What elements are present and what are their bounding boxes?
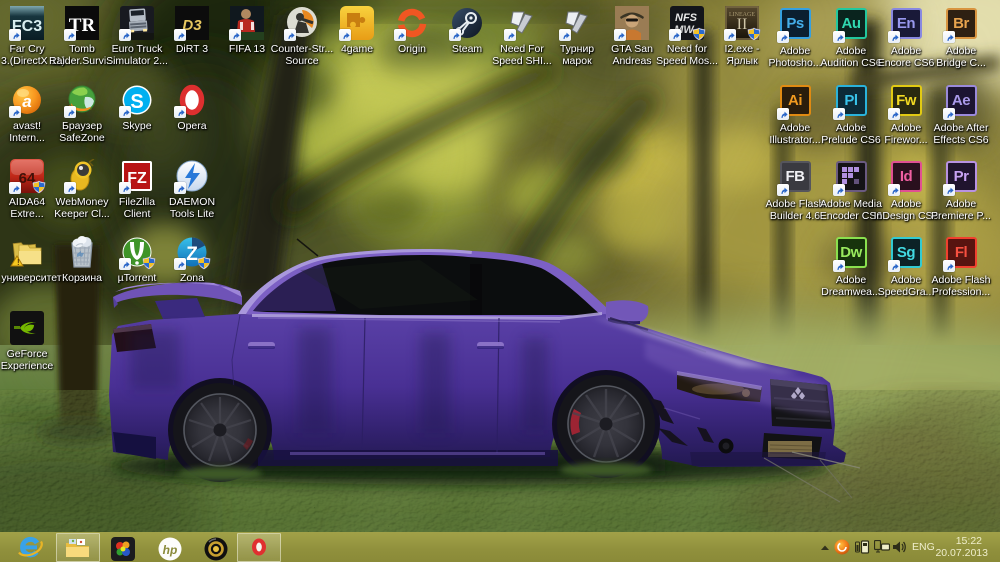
svg-text:LINEAGE: LINEAGE — [729, 12, 755, 18]
svg-text:NFS: NFS — [675, 12, 698, 24]
svg-text:S: S — [130, 91, 143, 113]
svg-text:a: a — [22, 92, 31, 111]
svg-text:!: ! — [17, 258, 20, 267]
svg-text:hp: hp — [163, 543, 178, 557]
svg-text:II: II — [737, 16, 748, 33]
